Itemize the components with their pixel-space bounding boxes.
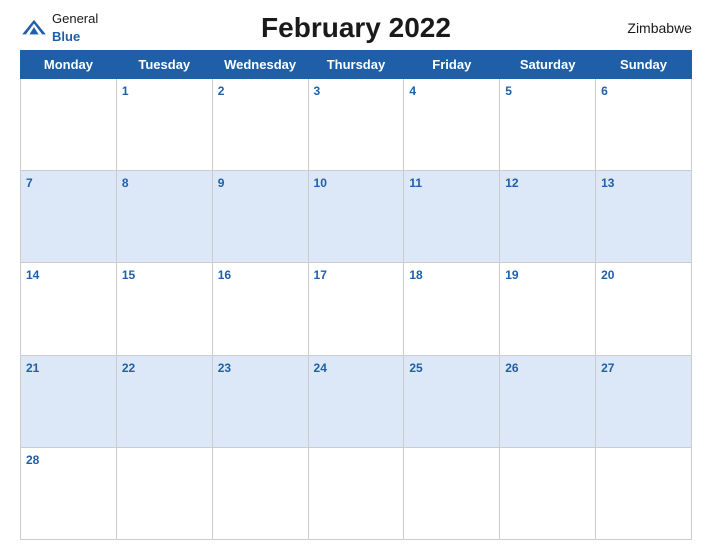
day-cell-13: 13 (596, 171, 692, 263)
day-number-14: 14 (26, 268, 39, 282)
day-cell-20: 20 (596, 263, 692, 355)
day-cell-23: 23 (212, 355, 308, 447)
day-cell-6: 6 (596, 79, 692, 171)
col-friday: Friday (404, 51, 500, 79)
general-blue-logo-icon (20, 18, 48, 38)
day-cell-15: 15 (116, 263, 212, 355)
day-cell-4: 4 (404, 79, 500, 171)
day-cell-8: 8 (116, 171, 212, 263)
day-cell-5: 5 (500, 79, 596, 171)
empty-day-cell (21, 79, 117, 171)
calendar-header-row: Monday Tuesday Wednesday Thursday Friday… (21, 51, 692, 79)
logo-general-text: General (52, 11, 98, 26)
day-cell-21: 21 (21, 355, 117, 447)
day-cell-2: 2 (212, 79, 308, 171)
day-number-2: 2 (218, 84, 225, 98)
day-number-10: 10 (314, 176, 327, 190)
empty-day-cell (596, 447, 692, 539)
calendar-week-row: 21 22 23 24 25 26 27 (21, 355, 692, 447)
calendar-week-row: 14 15 16 17 18 19 20 (21, 263, 692, 355)
day-cell-18: 18 (404, 263, 500, 355)
day-number-21: 21 (26, 361, 39, 375)
day-number-7: 7 (26, 176, 33, 190)
empty-day-cell (212, 447, 308, 539)
day-number-6: 6 (601, 84, 608, 98)
day-number-4: 4 (409, 84, 416, 98)
day-cell-22: 22 (116, 355, 212, 447)
day-cell-27: 27 (596, 355, 692, 447)
day-cell-19: 19 (500, 263, 596, 355)
day-number-11: 11 (409, 176, 422, 190)
day-cell-14: 14 (21, 263, 117, 355)
day-number-28: 28 (26, 453, 39, 467)
day-cell-28: 28 (21, 447, 117, 539)
day-number-16: 16 (218, 268, 231, 282)
day-number-18: 18 (409, 268, 422, 282)
day-cell-10: 10 (308, 171, 404, 263)
logo-blue-text: Blue (52, 29, 80, 44)
day-number-19: 19 (505, 268, 518, 282)
calendar-title: February 2022 (261, 12, 451, 44)
day-number-17: 17 (314, 268, 327, 282)
empty-day-cell (308, 447, 404, 539)
col-saturday: Saturday (500, 51, 596, 79)
day-cell-11: 11 (404, 171, 500, 263)
page-header: General Blue February 2022 Zimbabwe (20, 10, 692, 46)
day-number-26: 26 (505, 361, 518, 375)
day-cell-1: 1 (116, 79, 212, 171)
col-wednesday: Wednesday (212, 51, 308, 79)
calendar-table: Monday Tuesday Wednesday Thursday Friday… (20, 50, 692, 540)
day-cell-24: 24 (308, 355, 404, 447)
day-cell-25: 25 (404, 355, 500, 447)
col-sunday: Sunday (596, 51, 692, 79)
calendar-week-row: 7 8 9 10 11 12 13 (21, 171, 692, 263)
day-number-12: 12 (505, 176, 518, 190)
day-number-15: 15 (122, 268, 135, 282)
day-number-3: 3 (314, 84, 321, 98)
day-number-24: 24 (314, 361, 327, 375)
day-cell-12: 12 (500, 171, 596, 263)
calendar-week-row: 1 2 3 4 5 6 (21, 79, 692, 171)
day-number-20: 20 (601, 268, 614, 282)
day-number-5: 5 (505, 84, 512, 98)
day-cell-7: 7 (21, 171, 117, 263)
country-label: Zimbabwe (592, 20, 692, 36)
col-thursday: Thursday (308, 51, 404, 79)
day-cell-16: 16 (212, 263, 308, 355)
day-number-27: 27 (601, 361, 614, 375)
empty-day-cell (500, 447, 596, 539)
day-number-22: 22 (122, 361, 135, 375)
empty-day-cell (404, 447, 500, 539)
day-cell-17: 17 (308, 263, 404, 355)
day-number-1: 1 (122, 84, 129, 98)
day-cell-3: 3 (308, 79, 404, 171)
day-cell-26: 26 (500, 355, 596, 447)
col-tuesday: Tuesday (116, 51, 212, 79)
day-number-23: 23 (218, 361, 231, 375)
day-number-25: 25 (409, 361, 422, 375)
logo-area: General Blue (20, 10, 120, 46)
calendar-week-row: 28 (21, 447, 692, 539)
day-number-8: 8 (122, 176, 129, 190)
day-number-9: 9 (218, 176, 225, 190)
col-monday: Monday (21, 51, 117, 79)
day-cell-9: 9 (212, 171, 308, 263)
day-number-13: 13 (601, 176, 614, 190)
empty-day-cell (116, 447, 212, 539)
